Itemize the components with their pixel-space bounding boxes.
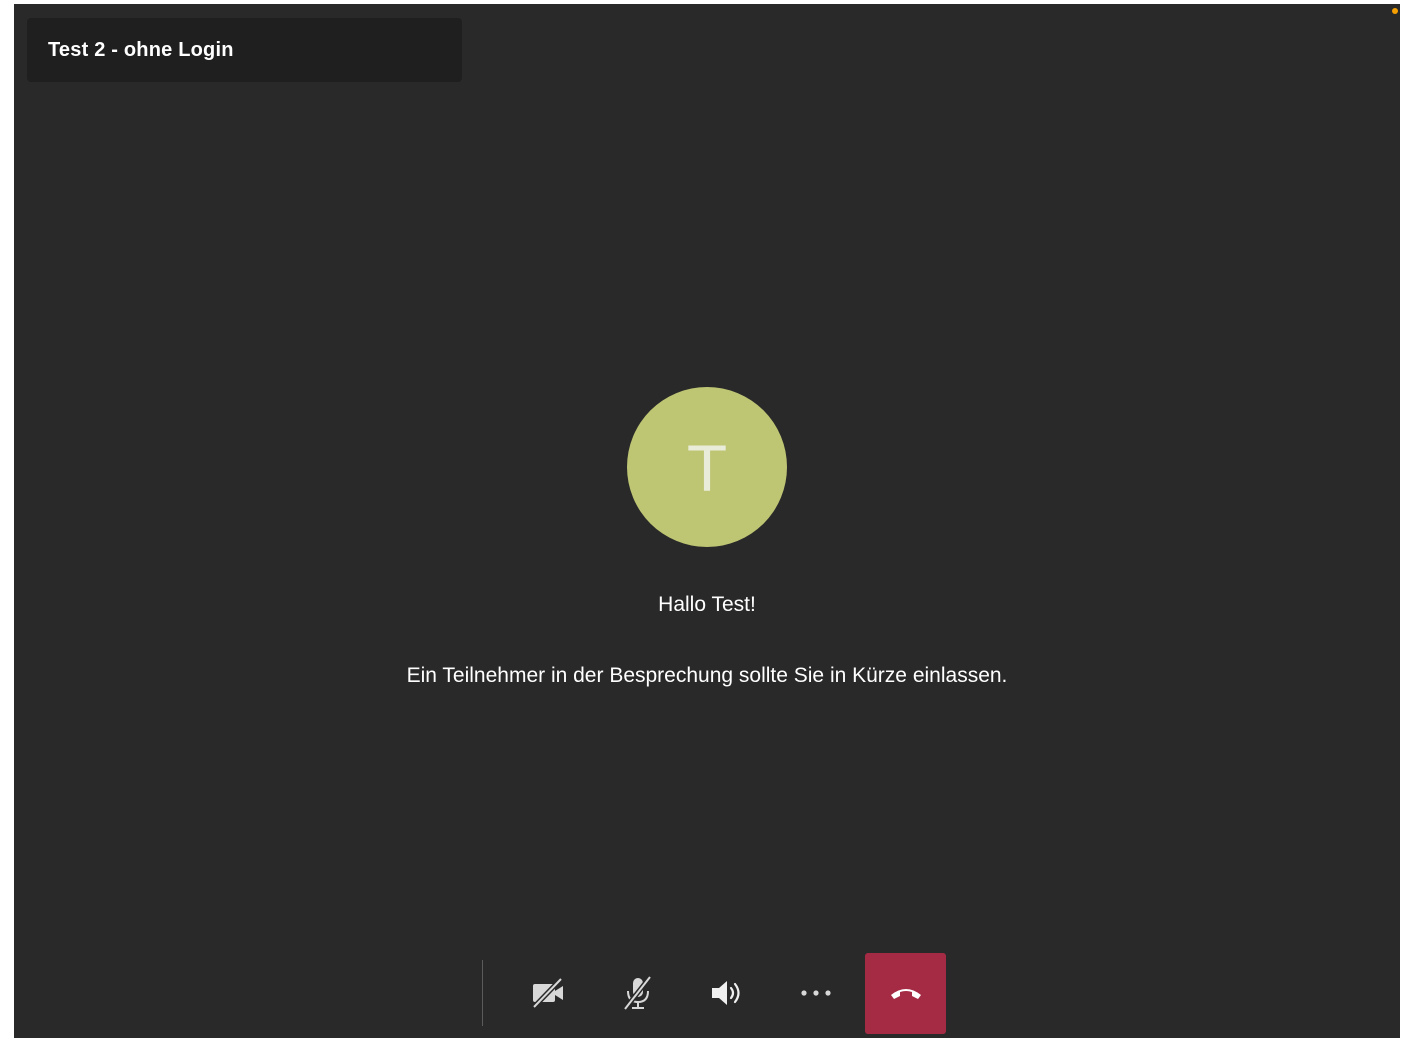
more-options-button[interactable] [776, 953, 856, 1033]
speaker-icon [712, 981, 740, 1005]
greeting-text: Hallo Test! [658, 593, 756, 616]
more-options-icon [801, 990, 831, 996]
meeting-lobby-screen: Test 2 - ohne Login T Hallo Test! Ein Te… [14, 4, 1400, 1038]
camera-off-icon [532, 977, 563, 1009]
hang-up-icon [890, 989, 921, 999]
meeting-title: Test 2 - ohne Login [48, 38, 234, 61]
controls-divider [482, 960, 483, 1026]
camera-toggle-button[interactable] [509, 953, 589, 1033]
microphone-off-icon [623, 975, 652, 1011]
call-controls-bar [482, 952, 946, 1034]
avatar: T [627, 387, 787, 547]
lobby-message: Ein Teilnehmer in der Besprechung sollte… [406, 664, 1008, 687]
status-indicator-dot [1392, 8, 1398, 14]
avatar-initial: T [686, 431, 728, 505]
hang-up-button[interactable] [865, 952, 946, 1034]
microphone-toggle-button[interactable] [598, 953, 678, 1033]
meeting-title-bar: Test 2 - ohne Login [27, 18, 462, 82]
speaker-toggle-button[interactable] [687, 953, 767, 1033]
